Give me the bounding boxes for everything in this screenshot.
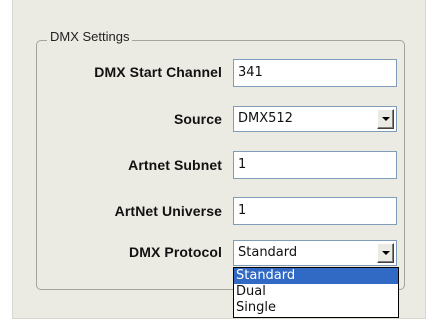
source-label: Source <box>173 111 222 127</box>
chevron-down-icon <box>382 117 390 121</box>
dmx-start-channel-input[interactable]: 341 <box>233 59 397 87</box>
group-title: DMX Settings <box>47 29 133 44</box>
dropdown-option-dual[interactable]: Dual <box>234 284 398 300</box>
dropdown-option-single[interactable]: Single <box>234 300 398 316</box>
source-value: DMX512 <box>238 111 293 126</box>
dmx-protocol-label: DMX Protocol <box>129 244 222 260</box>
artnet-subnet-input[interactable]: 1 <box>233 151 397 179</box>
source-select[interactable]: DMX512 <box>233 106 397 132</box>
dmx-protocol-dropdown-list: Standard Dual Single <box>233 267 399 318</box>
dmx-protocol-value: Standard <box>238 245 298 260</box>
dropdown-option-standard[interactable]: Standard <box>234 268 398 284</box>
chevron-down-icon <box>382 251 390 255</box>
source-dropdown-button[interactable] <box>377 109 394 129</box>
artnet-universe-input[interactable]: 1 <box>233 197 397 225</box>
artnet-subnet-label: Artnet Subnet <box>128 157 222 173</box>
dmx-start-channel-label: DMX Start Channel <box>94 64 222 80</box>
artnet-universe-label: ArtNet Universe <box>114 203 222 219</box>
dmx-protocol-dropdown-button[interactable] <box>377 243 394 263</box>
dmx-protocol-select[interactable]: Standard <box>233 240 397 266</box>
